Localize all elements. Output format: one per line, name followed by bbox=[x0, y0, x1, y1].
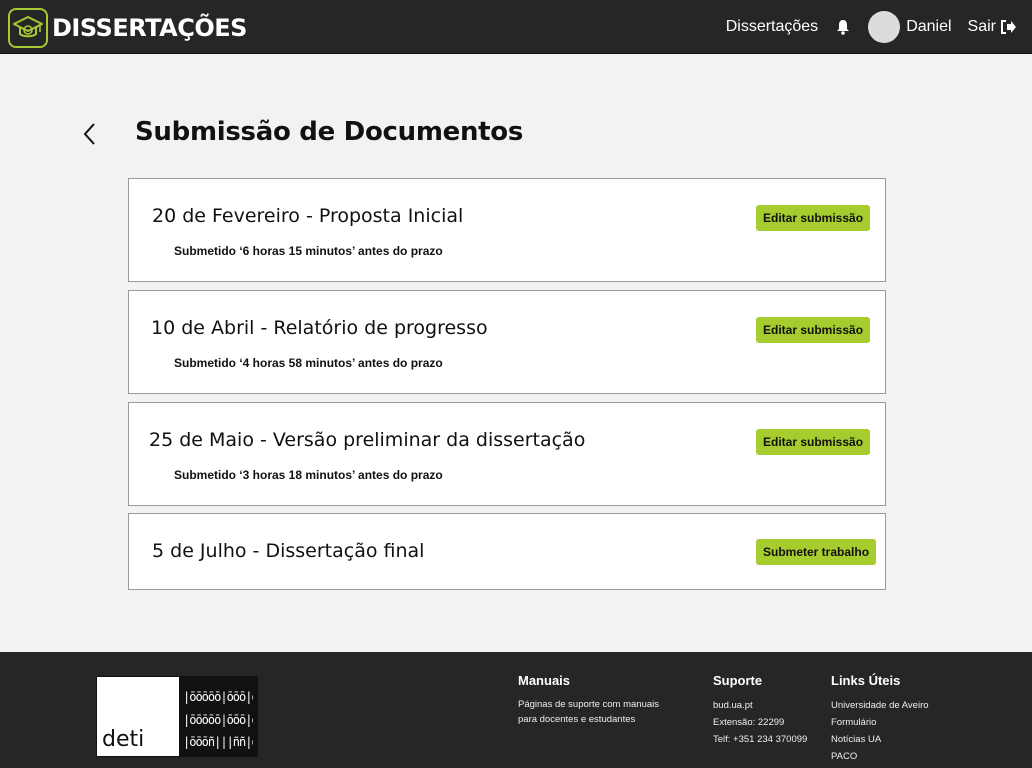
submission-status: Submetido ‘6 horas 15 minutos’ antes do … bbox=[174, 244, 443, 258]
footer-manuais-heading: Manuais bbox=[518, 673, 571, 688]
back-arrow-icon[interactable] bbox=[80, 120, 100, 148]
deti-logo: deti |ōōōōō|ōōō|ōō| |ōōōōō|ōōō|ōō| |ōōōñ… bbox=[96, 676, 258, 757]
logout-button[interactable]: Sair bbox=[968, 18, 1016, 36]
footer-link-paco[interactable]: PACO bbox=[831, 748, 929, 765]
footer-suporte: Suporte bud.ua.pt Extensão: 22299 Telf: … bbox=[713, 673, 807, 748]
deti-logo-text: deti bbox=[102, 727, 145, 752]
brand-name: DISSERTAÇÕES bbox=[52, 14, 247, 42]
submission-card: 25 de Maio - Versão preliminar da disser… bbox=[128, 402, 886, 506]
submission-title: 20 de Fevereiro - Proposta Inicial bbox=[152, 205, 464, 227]
edit-submission-button[interactable]: Editar submissão bbox=[756, 205, 871, 231]
footer-manuais-text-1: Páginas de suporte com manuais bbox=[518, 699, 659, 710]
submission-title: 10 de Abril - Relatório de progresso bbox=[151, 317, 488, 339]
submission-card: 10 de Abril - Relatório de progresso Sub… bbox=[128, 290, 886, 394]
footer-manuais: Manuais Páginas de suporte com manuais p… bbox=[518, 673, 659, 727]
footer-phone: Telf: +351 234 370099 bbox=[713, 734, 808, 745]
submission-status: Submetido ‘3 horas 18 minutos’ antes do … bbox=[174, 468, 443, 482]
footer-manuais-text-2: para docentes e estudantes bbox=[518, 714, 636, 725]
user-name[interactable]: Daniel bbox=[906, 18, 951, 36]
edit-submission-button[interactable]: Editar submissão bbox=[756, 429, 871, 455]
logout-icon bbox=[1001, 20, 1016, 34]
footer-suporte-heading: Suporte bbox=[713, 673, 763, 688]
avatar[interactable] bbox=[868, 11, 901, 43]
footer-link-ua[interactable]: Universidade de Aveiro bbox=[831, 697, 929, 714]
submission-card: 5 de Julho - Dissertação final Submeter … bbox=[128, 513, 886, 590]
graduation-cap-logo-icon bbox=[8, 8, 48, 48]
deti-pattern-icon: |ōōōōō|ōōō|ōō| |ōōōōō|ōōō|ōō| |ōōōñ|||ññ… bbox=[179, 677, 257, 756]
footer-links-uteis: Links Úteis Universidade de Aveiro Formu… bbox=[831, 673, 929, 765]
footer-link-noticias[interactable]: Notícias UA bbox=[831, 731, 929, 748]
submission-title: 5 de Julho - Dissertação final bbox=[152, 540, 425, 562]
nav-link-dissertacoes[interactable]: Dissertações bbox=[726, 18, 818, 36]
submission-title: 25 de Maio - Versão preliminar da disser… bbox=[149, 429, 586, 451]
footer-link-formulario[interactable]: Formulário bbox=[831, 714, 929, 731]
footer: deti |ōōōōō|ōōō|ōō| |ōōōōō|ōōō|ōō| |ōōōñ… bbox=[0, 652, 1032, 768]
logout-label: Sair bbox=[967, 18, 996, 35]
brand[interactable]: DISSERTAÇÕES bbox=[8, 8, 247, 48]
submission-status: Submetido ‘4 horas 58 minutos’ antes do … bbox=[174, 356, 443, 370]
page-title: Submissão de Documentos bbox=[135, 117, 524, 147]
top-navbar: DISSERTAÇÕES Dissertações Daniel Sair bbox=[0, 0, 1032, 54]
footer-link-bud[interactable]: bud.ua.pt bbox=[713, 697, 807, 714]
bell-icon[interactable] bbox=[836, 19, 850, 35]
nav-menu: Dissertações Daniel Sair bbox=[726, 10, 1016, 44]
footer-links-heading: Links Úteis bbox=[831, 673, 901, 688]
submit-work-button[interactable]: Submeter trabalho bbox=[756, 539, 877, 565]
footer-extension: Extensão: 22299 bbox=[713, 717, 785, 728]
submission-card: 20 de Fevereiro - Proposta Inicial Subme… bbox=[128, 178, 886, 282]
edit-submission-button[interactable]: Editar submissão bbox=[756, 317, 871, 343]
